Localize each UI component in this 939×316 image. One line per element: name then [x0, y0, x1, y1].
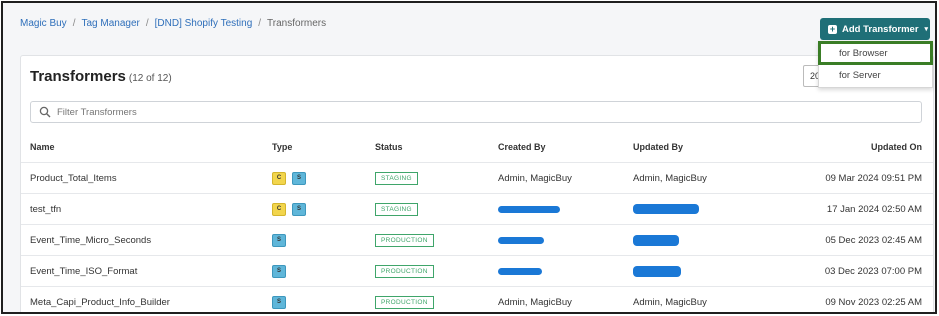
type-badges: S — [272, 287, 286, 312]
table-header-row: Name Type Status Created By Updated By U… — [21, 132, 933, 162]
status-cell: STAGING — [375, 194, 418, 224]
updated-by-redacted — [633, 225, 679, 255]
add-transformer-label: Add Transformer — [842, 23, 919, 35]
updated-by-redacted — [633, 256, 681, 286]
caret-down-icon: ▾ — [924, 26, 929, 33]
breadcrumb: Magic Buy / Tag Manager / [DND] Shopify … — [20, 18, 326, 29]
updated-on: 09 Mar 2024 09:51 PM — [825, 172, 922, 184]
type-badge-client: C — [272, 171, 286, 185]
status-badge: STAGING — [375, 202, 418, 216]
status-badge: STAGING — [375, 171, 418, 185]
type-badge-server: S — [272, 295, 286, 309]
created-by-redacted — [498, 256, 542, 286]
redaction-mark — [498, 267, 542, 275]
type-badges: C S — [272, 194, 306, 224]
table-row[interactable]: Meta_Capi_Product_Info_Builder S PRODUCT… — [21, 286, 933, 312]
transformers-table: Name Type Status Created By Updated By U… — [21, 132, 933, 312]
type-badge-server: S — [292, 171, 306, 185]
table-row[interactable]: Event_Time_Micro_Seconds S PRODUCTION 05… — [21, 224, 933, 255]
transformer-name[interactable]: Product_Total_Items — [30, 163, 117, 193]
status-cell: PRODUCTION — [375, 287, 434, 312]
column-header-type[interactable]: Type — [272, 132, 292, 162]
title-text: Transformers — [30, 68, 126, 85]
status-badge: PRODUCTION — [375, 233, 434, 247]
filter-input[interactable] — [57, 106, 857, 118]
menu-item-for-server[interactable]: for Server — [819, 64, 932, 86]
transformer-name[interactable]: Event_Time_ISO_Format — [30, 256, 137, 286]
status-cell: PRODUCTION — [375, 256, 434, 286]
column-header-updated-by[interactable]: Updated By — [633, 132, 683, 162]
breadcrumb-separator: / — [258, 18, 262, 29]
column-header-created-by[interactable]: Created By — [498, 132, 546, 162]
breadcrumb-link-shopify-testing[interactable]: [DND] Shopify Testing — [155, 18, 253, 29]
breadcrumb-link-magic-buy[interactable]: Magic Buy — [20, 18, 67, 29]
column-header-status[interactable]: Status — [375, 132, 403, 162]
updated-on: 03 Dec 2023 07:00 PM — [824, 265, 922, 277]
table-row[interactable]: test_tfn C S STAGING 17 Jan 2024 02:50 A… — [21, 193, 933, 224]
app-frame: Magic Buy / Tag Manager / [DND] Shopify … — [1, 1, 937, 314]
type-badges: S — [272, 225, 286, 255]
table-row[interactable]: Event_Time_ISO_Format S PRODUCTION 03 De… — [21, 255, 933, 286]
transformers-card: Transformers(12 of 12) 20 Name Type Stat… — [20, 55, 934, 312]
breadcrumb-separator: / — [72, 18, 76, 29]
updated-by-redacted — [633, 194, 699, 224]
updated-on: 17 Jan 2024 02:50 AM — [826, 203, 922, 215]
transformer-name[interactable]: Event_Time_Micro_Seconds — [30, 225, 151, 255]
type-badges: C S — [272, 163, 306, 193]
type-badge-server: S — [272, 233, 286, 247]
column-header-updated-on[interactable]: Updated On — [871, 132, 922, 162]
status-cell: STAGING — [375, 163, 418, 193]
add-transformer-menu: for Browser for Server — [818, 41, 933, 88]
breadcrumb-separator: / — [145, 18, 149, 29]
menu-item-for-browser[interactable]: for Browser — [818, 41, 933, 65]
created-by-redacted — [498, 194, 560, 224]
transformer-count: (12 of 12) — [128, 73, 172, 84]
type-badge-client: C — [272, 202, 286, 216]
redaction-mark — [498, 205, 560, 213]
created-by: Admin, MagicBuy — [498, 172, 572, 184]
status-badge: PRODUCTION — [375, 264, 434, 278]
add-transformer-button[interactable]: + Add Transformer ▾ — [820, 18, 930, 40]
type-badge-server: S — [292, 202, 306, 216]
type-badges: S — [272, 256, 286, 286]
redaction-mark — [633, 234, 679, 246]
updated-by: Admin, MagicBuy — [633, 296, 707, 308]
redaction-mark — [633, 204, 699, 214]
updated-on: 05 Dec 2023 02:45 AM — [825, 234, 922, 246]
search-icon — [39, 106, 51, 118]
breadcrumb-current: Transformers — [267, 18, 327, 29]
column-header-name[interactable]: Name — [30, 132, 55, 162]
transformer-name[interactable]: Meta_Capi_Product_Info_Builder — [30, 287, 170, 312]
transformer-name[interactable]: test_tfn — [30, 194, 61, 224]
type-badge-server: S — [272, 264, 286, 278]
updated-on: 09 Nov 2023 02:25 AM — [825, 296, 922, 308]
created-by-redacted — [498, 225, 544, 255]
status-cell: PRODUCTION — [375, 225, 434, 255]
table-row[interactable]: Product_Total_Items C S STAGING Admin, M… — [21, 162, 933, 193]
redaction-mark — [498, 236, 544, 244]
created-by: Admin, MagicBuy — [498, 296, 572, 308]
filter-field[interactable] — [30, 101, 922, 123]
status-badge: PRODUCTION — [375, 295, 434, 309]
breadcrumb-link-tag-manager[interactable]: Tag Manager — [81, 18, 139, 29]
updated-by: Admin, MagicBuy — [633, 172, 707, 184]
plus-square-icon: + — [828, 23, 837, 34]
page-title: Transformers (12 of 12) — [30, 68, 172, 85]
redaction-mark — [633, 265, 681, 277]
